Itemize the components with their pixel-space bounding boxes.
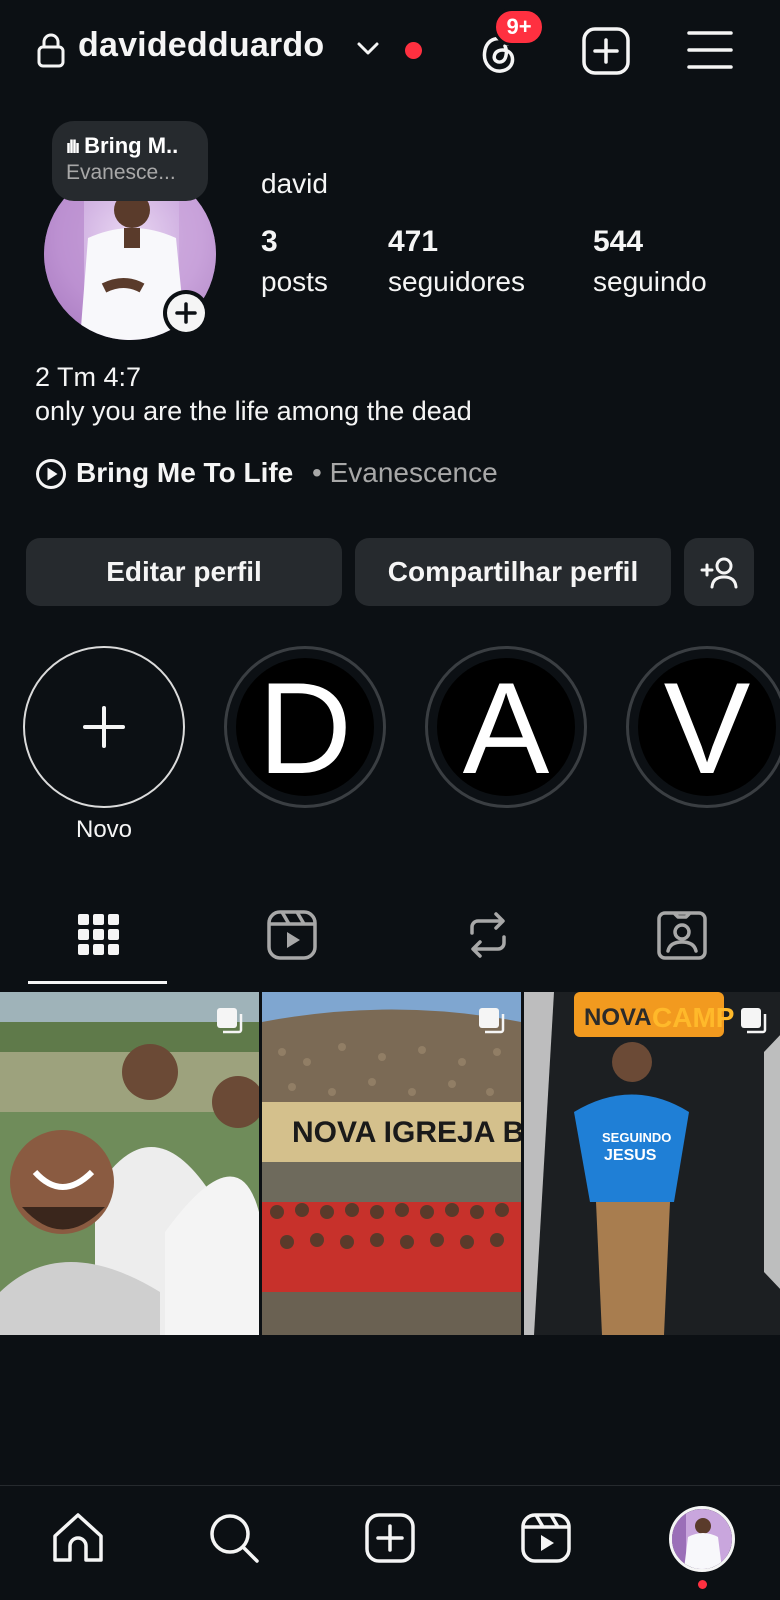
search-icon[interactable] [206, 1510, 262, 1566]
lock-icon [37, 33, 65, 68]
following-count[interactable]: 544 [593, 225, 643, 259]
music-note-bubble[interactable]: ıllı Bring M.. Evanesce... [52, 121, 208, 201]
following-label[interactable]: seguindo [593, 266, 707, 298]
tagged-icon[interactable] [652, 905, 712, 965]
post-thumbnail-1[interactable] [0, 992, 259, 1335]
chevron-down-icon[interactable] [356, 36, 380, 60]
profile-music-artist[interactable]: • Evanescence [312, 457, 498, 489]
active-tab-indicator [28, 981, 167, 984]
grid-icon[interactable] [68, 905, 128, 965]
svg-text:NOVA IGREJA B: NOVA IGREJA B [292, 1116, 521, 1149]
posts-label[interactable]: posts [261, 266, 328, 298]
multiple-photos-icon [479, 1008, 505, 1034]
svg-text:JESUS: JESUS [604, 1147, 657, 1164]
profile-nav-avatar[interactable] [669, 1506, 735, 1572]
edit-profile-button[interactable]: Editar perfil [26, 538, 342, 606]
post-thumbnail-2[interactable]: NOVA IGREJA B [262, 992, 521, 1335]
multiple-photos-icon [741, 1008, 767, 1034]
discover-people-button[interactable] [684, 538, 754, 606]
new-highlight-label: Novo [75, 816, 133, 843]
svg-text:NOVA: NOVA [584, 1004, 652, 1031]
svg-text:CAMP: CAMP [652, 1002, 734, 1033]
menu-icon[interactable] [687, 28, 733, 72]
followers-count[interactable]: 471 [388, 225, 438, 259]
profile-notification-dot [698, 1580, 707, 1589]
display-name: david [261, 168, 328, 199]
note-subtitle: Evanesce... [66, 161, 176, 184]
highlight-v[interactable]: V [626, 646, 780, 808]
top-bar: davidedduardo 9+ [0, 0, 780, 100]
add-person-icon [700, 557, 738, 589]
highlight-a[interactable]: A [425, 646, 587, 808]
sound-wave-icon: ıllı [66, 137, 80, 157]
highlight-d[interactable]: D [224, 646, 386, 808]
bio-line-1: 2 Tm 4:7 [35, 362, 142, 392]
note-title: ıllı Bring M.. [66, 133, 179, 158]
add-post-icon[interactable] [581, 26, 631, 76]
home-icon[interactable] [50, 1510, 106, 1566]
bio-line-2: only you are the life among the dead [35, 396, 472, 426]
highlight-a-letter: A [462, 658, 550, 796]
multiple-photos-icon [217, 1008, 243, 1034]
bottom-navigation [0, 1485, 780, 1600]
account-username[interactable]: davidedduardo [78, 26, 324, 65]
profile-music-title[interactable]: Bring Me To Life [76, 457, 293, 489]
notification-badge: 9+ [493, 8, 545, 46]
reels-icon[interactable] [262, 905, 322, 965]
unread-dot [405, 42, 422, 59]
highlight-d-letter: D [258, 658, 352, 796]
play-circle-icon[interactable] [35, 458, 67, 490]
share-profile-button[interactable]: Compartilhar perfil [355, 538, 671, 606]
reposts-icon[interactable] [458, 905, 518, 965]
create-post-icon[interactable] [362, 1510, 418, 1566]
highlight-v-letter: V [663, 658, 751, 796]
reels-nav-icon[interactable] [518, 1510, 574, 1566]
posts-count[interactable]: 3 [261, 225, 278, 259]
svg-text:SEGUINDO: SEGUINDO [602, 1130, 671, 1145]
post-thumbnail-3[interactable]: NOVA CAMP SEGUINDO JESUS [524, 992, 780, 1335]
add-story-button[interactable] [163, 290, 209, 336]
followers-label[interactable]: seguidores [388, 266, 525, 298]
new-highlight-button[interactable] [23, 646, 185, 808]
